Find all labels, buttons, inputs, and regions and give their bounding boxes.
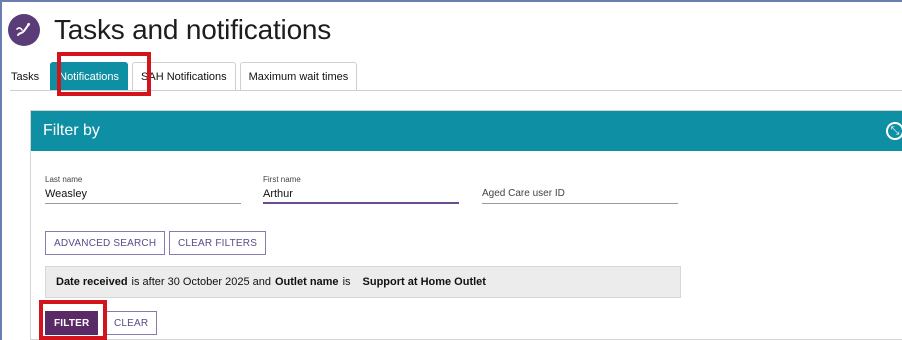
hand-writing-icon bbox=[8, 14, 40, 46]
page-header: Tasks and notifications bbox=[8, 12, 331, 48]
first-name-input[interactable]: Arthur bbox=[263, 186, 459, 204]
clear-button[interactable]: CLEAR bbox=[105, 311, 158, 335]
summary-text-date: is after 30 October 2025 and bbox=[131, 276, 271, 288]
clear-filters-button[interactable]: CLEAR FILTERS bbox=[169, 231, 267, 255]
advanced-search-button[interactable]: ADVANCED SEARCH bbox=[45, 231, 166, 255]
first-name-field[interactable]: First name Arthur bbox=[263, 175, 459, 204]
last-name-field[interactable]: Last name Weasley bbox=[45, 175, 241, 204]
tab-maximum-wait-times[interactable]: Maximum wait times bbox=[239, 62, 358, 90]
filter-panel: Filter by ⤡ Last name Weasley First name… bbox=[30, 110, 902, 340]
summary-key-date: Date received bbox=[56, 276, 128, 288]
summary-value-outlet: Support at Home Outlet bbox=[362, 276, 486, 288]
filter-panel-title: Filter by bbox=[43, 122, 100, 139]
highlight-filter-button bbox=[39, 300, 107, 340]
tab-tasks[interactable]: Tasks bbox=[10, 62, 47, 90]
aged-care-id-input[interactable]: Aged Care user ID bbox=[482, 186, 678, 204]
filter-panel-header[interactable]: Filter by bbox=[31, 111, 902, 151]
summary-key-outlet: Outlet name bbox=[274, 276, 339, 288]
last-name-label: Last name bbox=[45, 175, 83, 184]
first-name-label: First name bbox=[263, 175, 301, 184]
filter-summary: Date received is after 30 October 2025 a… bbox=[45, 266, 681, 298]
highlight-notifications-tab bbox=[57, 52, 151, 96]
summary-text-outlet: is bbox=[342, 276, 351, 288]
aged-care-id-field[interactable]: Aged Care user ID bbox=[482, 175, 678, 204]
expand-icon[interactable]: ⤡ bbox=[886, 122, 902, 140]
page-title: Tasks and notifications bbox=[54, 14, 332, 45]
last-name-input[interactable]: Weasley bbox=[45, 186, 241, 204]
